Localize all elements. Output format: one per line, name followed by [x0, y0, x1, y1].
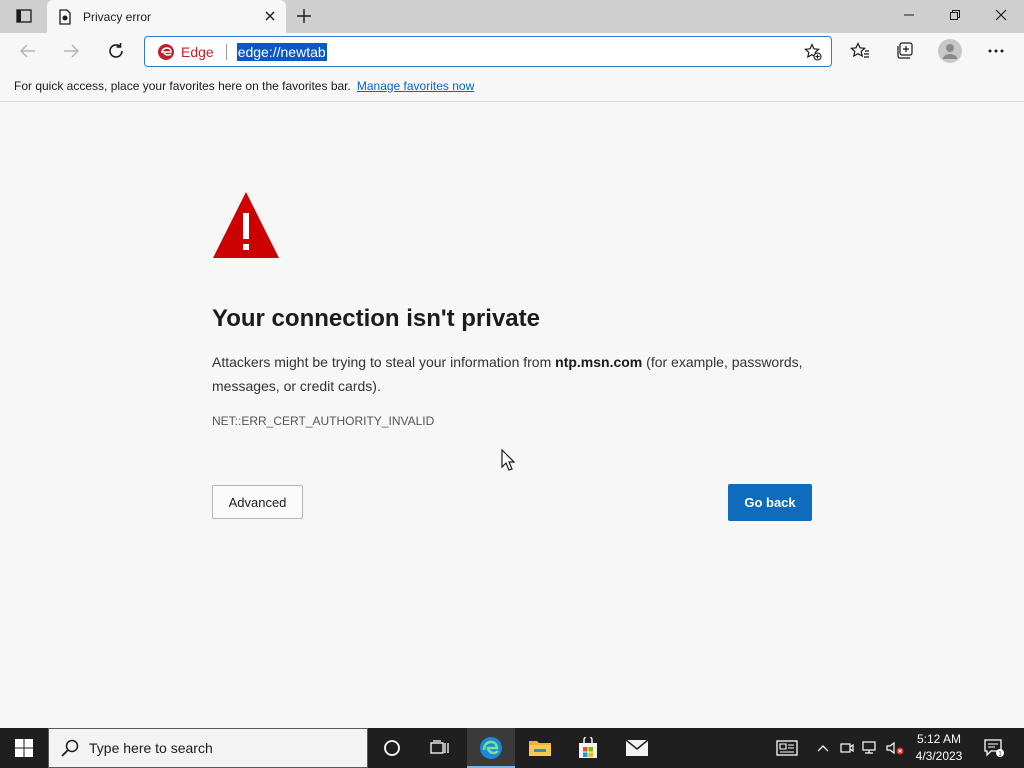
collections-button[interactable] — [891, 38, 919, 64]
minimize-icon — [904, 14, 914, 16]
minimize-button[interactable] — [886, 0, 932, 30]
show-hidden-icons-button[interactable] — [814, 728, 832, 768]
tab-actions-button[interactable] — [8, 4, 40, 28]
collections-icon — [897, 42, 913, 59]
back-button[interactable] — [13, 37, 43, 65]
close-icon — [265, 11, 275, 21]
edge-logo-icon — [480, 737, 502, 759]
site-identity[interactable]: Edge — [145, 37, 214, 66]
error-code: NET::ERR_CERT_AUTHORITY_INVALID — [212, 414, 435, 428]
title-bar: Privacy error — [0, 0, 1024, 33]
favorites-bar-message: For quick access, place your favorites h… — [14, 78, 351, 93]
search-icon — [61, 739, 79, 757]
news-button[interactable] — [772, 728, 802, 768]
mail-icon — [625, 739, 649, 756]
address-separator — [225, 43, 227, 60]
volume-muted-icon — [886, 741, 904, 755]
news-icon — [776, 740, 798, 756]
plus-icon — [297, 9, 311, 23]
network-icon — [862, 741, 876, 754]
restore-button[interactable] — [932, 0, 978, 30]
windows-logo-icon — [15, 739, 33, 757]
close-window-button[interactable] — [978, 0, 1024, 30]
favorites-bar: For quick access, place your favorites h… — [0, 70, 1024, 102]
profile-button[interactable] — [936, 38, 964, 64]
more-icon — [988, 49, 1004, 53]
site-label: Edge — [181, 43, 214, 60]
restore-icon — [950, 10, 960, 20]
error-description: Attackers might be trying to steal your … — [212, 350, 812, 398]
search-placeholder: Type here to search — [89, 740, 213, 756]
arrow-left-icon — [20, 44, 35, 58]
chevron-up-icon — [817, 745, 829, 752]
store-icon — [579, 737, 597, 758]
tab-title: Privacy error — [83, 9, 152, 24]
add-favorite-button[interactable] — [803, 42, 823, 62]
cortana-icon — [384, 740, 400, 756]
store-button[interactable] — [564, 728, 612, 768]
avatar-icon — [938, 39, 962, 63]
page-title: Your connection isn't private — [212, 305, 540, 332]
star-add-icon — [804, 43, 822, 61]
task-view-button[interactable] — [416, 728, 464, 768]
camera-icon — [840, 743, 854, 753]
browser-toolbar: Edge edge://newtab — [0, 33, 1024, 70]
meet-now-button[interactable] — [838, 728, 856, 768]
tab-close-button[interactable] — [262, 8, 278, 24]
clock-time: 5:12 AM — [916, 732, 962, 746]
go-back-button[interactable]: Go back — [728, 484, 812, 521]
mouse-cursor-icon — [501, 448, 516, 476]
error-host: ntp.msn.com — [555, 354, 643, 370]
favorites-icon — [850, 42, 869, 58]
arrow-right-icon — [64, 44, 79, 58]
refresh-icon — [109, 43, 123, 58]
manage-favorites-link[interactable]: Manage favorites now — [357, 79, 474, 93]
url-text[interactable]: edge://newtab — [236, 42, 327, 61]
warning-icon — [212, 191, 280, 264]
volume-button[interactable] — [884, 728, 906, 768]
edge-logo-icon — [158, 43, 174, 60]
close-icon — [995, 9, 1007, 21]
error-description-start: Attackers might be trying to steal your … — [212, 354, 556, 370]
refresh-button[interactable] — [101, 37, 131, 65]
tab-actions-icon — [16, 9, 32, 23]
advanced-button[interactable]: Advanced — [212, 485, 303, 519]
notifications-button[interactable]: 1 — [976, 728, 1012, 768]
start-button[interactable] — [0, 728, 48, 768]
file-explorer-button[interactable] — [516, 728, 564, 768]
forward-button[interactable] — [56, 37, 86, 65]
taskbar-clock[interactable]: 5:12 AM 4/3/2023 — [908, 728, 970, 768]
notification-icon: 1 — [984, 739, 1004, 758]
task-view-icon — [430, 740, 449, 754]
privacy-error-icon — [59, 8, 71, 25]
folder-icon — [529, 741, 551, 756]
settings-more-button[interactable] — [982, 38, 1010, 64]
taskbar-search-box[interactable]: Type here to search — [48, 728, 368, 768]
favorites-button[interactable] — [846, 38, 874, 64]
error-page: Your connection isn't private Attackers … — [0, 103, 1024, 728]
address-bar[interactable]: Edge edge://newtab — [144, 36, 832, 67]
cortana-button[interactable] — [368, 728, 416, 768]
mail-button[interactable] — [613, 728, 661, 768]
network-button[interactable] — [861, 728, 879, 768]
edge-taskbar-button[interactable] — [467, 728, 515, 768]
active-tab[interactable]: Privacy error — [47, 0, 286, 33]
clock-date: 4/3/2023 — [915, 749, 963, 763]
new-tab-button[interactable] — [292, 5, 316, 27]
